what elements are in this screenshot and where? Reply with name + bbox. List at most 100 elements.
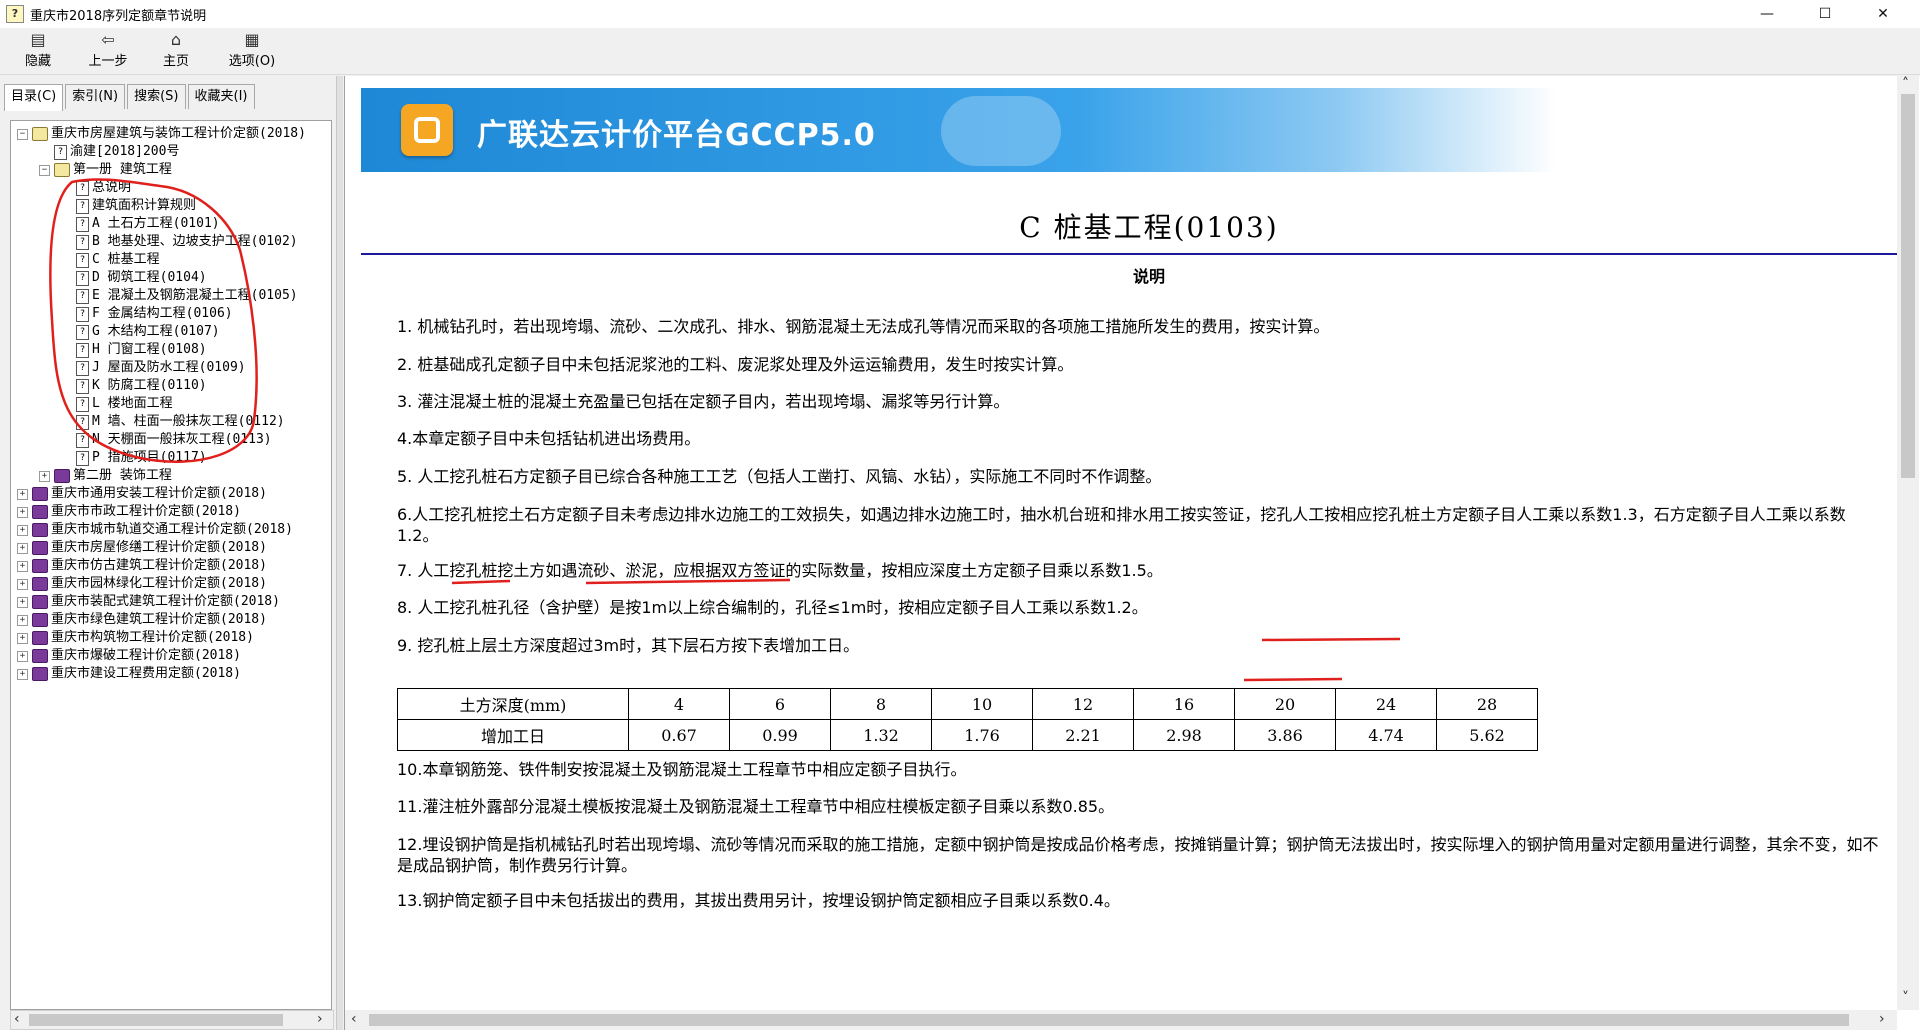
tree-item-label: K 防腐工程(0110) <box>92 378 207 393</box>
paragraph-2: 2. 桩基础成孔定额子目中未包括泥浆池的工料、废泥浆处理及外运运输费用，发生时按… <box>397 355 1074 374</box>
tree-item[interactable]: + 重庆市绿色建筑工程计价定额(2018) <box>17 611 267 629</box>
tree-item-label: 重庆市装配式建筑工程计价定额(2018) <box>51 594 280 609</box>
tree-item-label: E 混凝土及钢筋混凝土工程(0105) <box>92 288 298 303</box>
table-row: 增加工日 0.67 0.99 1.32 1.76 2.21 2.98 3.86 … <box>397 719 1538 751</box>
table-cell: 5.62 <box>1436 719 1538 751</box>
tab-contents[interactable]: 目录(C) <box>4 84 64 111</box>
closed-book-icon <box>32 523 48 537</box>
scroll-thumb[interactable] <box>1901 94 1915 478</box>
collapse-icon[interactable]: − <box>39 164 50 176</box>
tree-item-label: G 木结构工程(0107) <box>92 324 220 339</box>
tree-item[interactable]: + 第二册 装饰工程 <box>39 467 172 485</box>
expand-icon[interactable]: + <box>17 488 28 500</box>
tab-search[interactable]: 搜索(S) <box>127 84 186 109</box>
tree-item-label: 重庆市构筑物工程计价定额(2018) <box>51 630 254 645</box>
maximize-button[interactable]: ☐ <box>1802 0 1848 28</box>
tree-item[interactable]: ? M 墙、柱面一般抹灰工程(0112) <box>61 413 285 431</box>
paragraph-12: 12.埋设钢护筒是指机械钻孔时若出现垮塌、流砂等情况而采取的施工措施，定额中钢护… <box>397 835 1879 875</box>
tree-item[interactable]: ? A 土石方工程(0101) <box>61 215 220 233</box>
tree-item[interactable]: ? 总说明 <box>61 179 131 197</box>
title-rule <box>361 253 1897 255</box>
section-subtitle: 说明 <box>1132 267 1165 286</box>
back-button[interactable]: ⇦ 上一步 <box>80 30 136 69</box>
tree-item[interactable]: + 重庆市房屋修缮工程计价定额(2018) <box>17 539 267 557</box>
tree-item[interactable]: ? J 屋面及防水工程(0109) <box>61 359 246 377</box>
table-header-label: 土方深度(mm) <box>397 688 629 720</box>
paragraph-11: 11.灌注桩外露部分混凝土模板按混凝土及钢筋混凝土工程章节中相应柱模板定额子目乘… <box>397 797 1115 816</box>
tree-item[interactable]: + 重庆市装配式建筑工程计价定额(2018) <box>17 593 280 611</box>
scroll-right-icon[interactable]: › <box>1879 1011 1885 1027</box>
tree-item[interactable]: ? 建筑面积计算规则 <box>61 197 196 215</box>
collapse-icon[interactable]: − <box>17 128 28 140</box>
hide-button[interactable]: ▤ 隐藏 <box>18 30 58 69</box>
scroll-up-icon[interactable]: ˄ <box>1902 76 1909 92</box>
content-pane: 广联达云计价平台GCCP5.0 C 桩基工程(0103) 说明 1. 机械钻孔时… <box>344 76 1920 1030</box>
scroll-left-icon[interactable]: ‹ <box>14 1011 20 1027</box>
expand-icon[interactable]: + <box>17 524 28 536</box>
expand-icon[interactable]: + <box>17 614 28 626</box>
tree-item[interactable]: + 重庆市通用安装工程计价定额(2018) <box>17 485 267 503</box>
tree-item-label: 总说明 <box>92 180 132 195</box>
tree-item[interactable]: ? F 金属结构工程(0106) <box>61 305 233 323</box>
tree-item[interactable]: ? D 砌筑工程(0104) <box>61 269 207 287</box>
scroll-thumb[interactable] <box>369 1014 1849 1026</box>
expand-icon[interactable]: + <box>17 542 28 554</box>
tree-item[interactable]: + 重庆市仿古建筑工程计价定额(2018) <box>17 557 267 575</box>
expand-icon[interactable]: + <box>17 650 28 662</box>
table-cell: 4 <box>628 688 730 720</box>
tree-item[interactable]: + 重庆市构筑物工程计价定额(2018) <box>17 629 254 647</box>
scroll-right-icon[interactable]: › <box>317 1011 323 1027</box>
tree-item[interactable]: + 重庆市城市轨道交通工程计价定额(2018) <box>17 521 293 539</box>
closed-book-icon <box>32 487 48 501</box>
tree-item[interactable]: − 重庆市房屋建筑与装饰工程计价定额(2018) <box>17 125 306 143</box>
tree-item[interactable]: ? K 防腐工程(0110) <box>61 377 207 395</box>
scroll-down-icon[interactable]: ˅ <box>1902 990 1909 1006</box>
tree-item[interactable]: − 第一册 建筑工程 <box>39 161 172 179</box>
tree-item[interactable]: ? 渝建[2018]200号 <box>39 143 179 161</box>
minimize-button[interactable]: — <box>1744 0 1790 28</box>
tree-item[interactable]: ? H 门窗工程(0108) <box>61 341 207 359</box>
pane-splitter[interactable] <box>336 76 343 1030</box>
page-title: C 桩基工程(0103) <box>1019 211 1279 244</box>
tree-item[interactable]: ? P 措施项目(0117) <box>61 449 207 467</box>
expand-icon[interactable]: + <box>39 470 50 482</box>
window-title: 重庆市2018序列定额章节说明 <box>30 8 207 24</box>
tree-item[interactable]: ? E 混凝土及钢筋混凝土工程(0105) <box>61 287 298 305</box>
expand-icon[interactable]: + <box>17 506 28 518</box>
tree-horizontal-scrollbar[interactable]: ‹ › <box>10 1010 334 1030</box>
tree-item-label: D 砌筑工程(0104) <box>92 270 207 285</box>
options-button[interactable]: ▦ 选项(O) <box>222 30 282 69</box>
table-cell: 20 <box>1234 688 1336 720</box>
banner-text: 广联达云计价平台GCCP5.0 <box>477 118 876 153</box>
home-button[interactable]: ⌂ 主页 <box>156 30 196 69</box>
expand-icon[interactable]: + <box>17 578 28 590</box>
close-button[interactable]: ✕ <box>1860 0 1906 28</box>
tree-item[interactable]: ? G 木结构工程(0107) <box>61 323 220 341</box>
expand-icon[interactable]: + <box>17 668 28 680</box>
help-page-icon: ? <box>76 450 89 466</box>
content-vertical-scrollbar[interactable]: ˄ ˅ <box>1897 76 1919 1010</box>
content-horizontal-scrollbar[interactable]: ‹ › <box>345 1010 1897 1030</box>
tree-item[interactable]: ? C 桩基工程 <box>61 251 160 269</box>
closed-book-icon <box>32 577 48 591</box>
help-page-icon: ? <box>76 252 89 268</box>
help-page-icon: ? <box>76 216 89 232</box>
expand-icon[interactable]: + <box>17 596 28 608</box>
tree-item-label: 重庆市房屋建筑与装饰工程计价定额(2018) <box>51 126 306 141</box>
expand-icon[interactable]: + <box>17 632 28 644</box>
nav-tabs: 目录(C) 索引(N) 搜索(S) 收藏夹(I) <box>4 84 257 111</box>
tree-item[interactable]: ? L 楼地面工程 <box>61 395 173 413</box>
scroll-left-icon[interactable]: ‹ <box>351 1011 357 1027</box>
tree-item[interactable]: + 重庆市爆破工程计价定额(2018) <box>17 647 241 665</box>
tab-favorites[interactable]: 收藏夹(I) <box>187 84 255 109</box>
tree-item[interactable]: ? B 地基处理、边坡支护工程(0102) <box>61 233 298 251</box>
scroll-thumb[interactable] <box>29 1014 283 1026</box>
closed-book-icon <box>32 649 48 663</box>
table-cell: 24 <box>1335 688 1437 720</box>
expand-icon[interactable]: + <box>17 560 28 572</box>
tree-item[interactable]: + 重庆市园林绿化工程计价定额(2018) <box>17 575 267 593</box>
tree-item[interactable]: + 重庆市市政工程计价定额(2018) <box>17 503 241 521</box>
tree-item[interactable]: ? N 天棚面一般抹灰工程(0113) <box>61 431 272 449</box>
tab-index[interactable]: 索引(N) <box>65 84 126 109</box>
tree-item[interactable]: + 重庆市建设工程费用定额(2018) <box>17 665 241 683</box>
